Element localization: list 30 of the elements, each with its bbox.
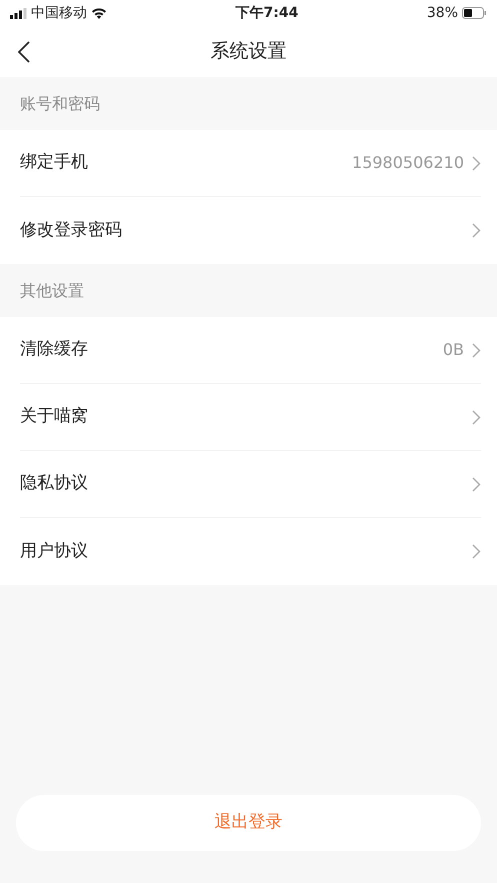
back-button[interactable] <box>18 40 30 62</box>
settings-row[interactable]: 绑定手机 15980506210 <box>0 130 497 197</box>
settings-row[interactable]: 修改登录密码 <box>0 197 497 264</box>
battery-percent: 38% <box>426 4 458 22</box>
settings-row[interactable]: 隐私协议 <box>0 451 497 518</box>
row-value: 15980506210 <box>352 152 464 174</box>
row-label: 清除缓存 <box>20 338 89 362</box>
row-value: 0B <box>442 339 464 361</box>
row-label: 绑定手机 <box>20 151 89 174</box>
signal-icon <box>10 8 27 18</box>
chevron-icon <box>472 223 481 238</box>
chevron-icon <box>472 544 481 559</box>
page-title: 系统设置 <box>210 40 286 62</box>
row-label: 修改登录密码 <box>20 218 123 242</box>
settings-row[interactable]: 关于喵窝 <box>0 384 497 451</box>
row-label: 用户协议 <box>20 540 89 563</box>
row-label: 隐私协议 <box>20 472 89 496</box>
section-header: 其他设置 <box>20 280 84 302</box>
status-time: 下午7:44 <box>236 4 298 22</box>
wifi-icon <box>91 7 107 19</box>
carrier-name: 中国移动 <box>31 4 87 22</box>
section-header: 账号和密码 <box>20 92 100 114</box>
chevron-icon <box>472 476 481 492</box>
settings-row[interactable]: 用户协议 <box>0 518 497 585</box>
settings-row[interactable]: 清除缓存 0B <box>0 317 497 384</box>
row-label: 关于喵窝 <box>20 405 89 428</box>
chevron-icon <box>472 156 481 170</box>
chevron-icon <box>472 342 481 358</box>
chevron-icon <box>472 410 481 424</box>
battery-icon <box>462 7 488 19</box>
